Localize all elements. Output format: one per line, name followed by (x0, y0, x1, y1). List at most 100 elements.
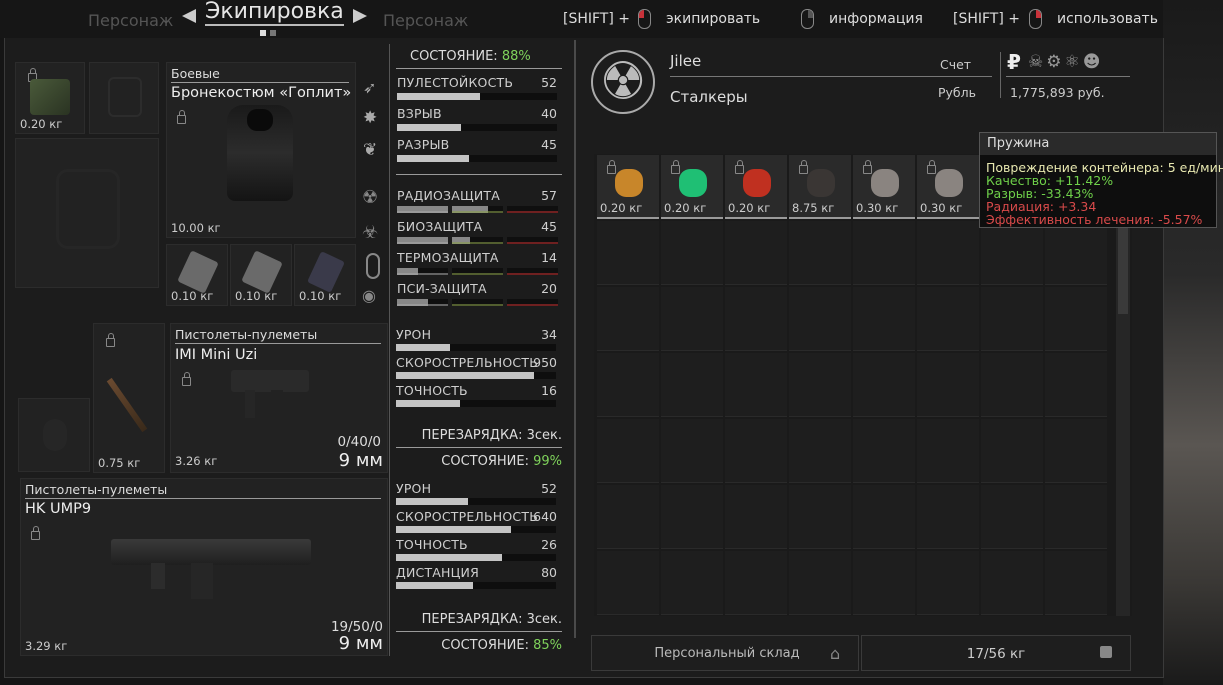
stat-value: 16 (541, 383, 557, 398)
grid-cell[interactable] (917, 485, 979, 549)
helmet-slot[interactable]: 0.20 кг (15, 62, 85, 134)
grid-cell[interactable] (789, 551, 851, 615)
weapon-ammo: 0/40/0 (337, 434, 381, 450)
artifact-slot-3[interactable]: 0.10 кг (294, 244, 356, 306)
tab-prev[interactable]: Персонаж (88, 11, 173, 30)
grid-cell[interactable] (917, 353, 979, 417)
armor-condition: СОСТОЯНИЕ: 88% (410, 49, 531, 64)
grid-cell[interactable] (725, 551, 787, 615)
grid-cell[interactable] (853, 551, 915, 615)
grid-cell[interactable] (597, 287, 659, 351)
inventory-item[interactable]: 0.20 кг (661, 155, 723, 219)
grid-cell[interactable] (1045, 485, 1107, 549)
grid-cell[interactable] (597, 419, 659, 483)
grid-cell[interactable] (661, 221, 723, 285)
grid-cell[interactable] (981, 419, 1043, 483)
stash-button[interactable]: Персональный склад ⌂ (591, 635, 859, 671)
grid-cell[interactable] (661, 551, 723, 615)
grid-cell[interactable] (725, 485, 787, 549)
divider (396, 68, 562, 69)
stat-value: 26 (541, 537, 557, 552)
grid-cell[interactable] (789, 353, 851, 417)
grid-cell[interactable] (981, 485, 1043, 549)
grid-cell[interactable] (661, 485, 723, 549)
stat-segment (452, 206, 503, 213)
item-weight: 0.20 кг (664, 201, 707, 215)
stat-value: 14 (541, 250, 557, 265)
arrow-right-icon[interactable] (353, 9, 367, 23)
stat-value: 52 (541, 481, 557, 496)
grid-cell[interactable] (1045, 221, 1107, 285)
stat-bar-fill (397, 93, 481, 100)
secondary-weapon-slot[interactable]: Пистолеты-пулеметы HK UMP9 19/50/0 3.29 … (20, 478, 388, 656)
grid-cell[interactable] (853, 353, 915, 417)
grid-cell[interactable] (1045, 353, 1107, 417)
inventory-item[interactable]: 0.30 кг (917, 155, 979, 219)
grid-cell[interactable] (917, 287, 979, 351)
grid-cell[interactable] (1045, 287, 1107, 351)
grid-cell[interactable] (725, 419, 787, 483)
grid-cell[interactable] (981, 353, 1043, 417)
stat-bar-fill (397, 155, 469, 162)
weapon2-reload: ПЕРЕЗАРЯДКА: 3сек. (421, 612, 562, 627)
grid-cell[interactable] (661, 419, 723, 483)
player-faction: Сталкеры (670, 88, 748, 106)
grid-cell[interactable] (789, 221, 851, 285)
grid-cell[interactable] (917, 419, 979, 483)
artifact-slot-2[interactable]: 0.10 кг (230, 244, 292, 306)
weapon-name: HK UMP9 (25, 501, 92, 517)
grid-cell[interactable] (981, 221, 1043, 285)
stat-bar-fill (397, 124, 461, 131)
stat-segment-mark (452, 242, 503, 244)
scrollbar-thumb[interactable] (1118, 214, 1128, 314)
inventory-item[interactable]: 0.20 кг (597, 155, 659, 219)
inventory-item[interactable]: 0.20 кг (725, 155, 787, 219)
grid-cell[interactable] (917, 221, 979, 285)
backpack-top-slot[interactable] (89, 62, 159, 134)
grid-cell[interactable] (981, 287, 1043, 351)
grid-cell[interactable] (725, 353, 787, 417)
tab-next[interactable]: Персонаж (383, 11, 468, 30)
grid-cell[interactable] (789, 287, 851, 351)
grid-cell[interactable] (597, 353, 659, 417)
lock-icon (31, 526, 40, 540)
grid-cell[interactable] (661, 353, 723, 417)
grid-cell[interactable] (597, 485, 659, 549)
stat-segment-mark (507, 242, 558, 244)
grid-cell[interactable] (853, 419, 915, 483)
inventory-item[interactable]: 8.75 кг (789, 155, 851, 219)
background-scene (1163, 0, 1223, 685)
arrow-left-icon[interactable] (182, 9, 196, 23)
artifact-slot-1[interactable]: 0.10 кг (166, 244, 228, 306)
inventory-item[interactable]: 0.30 кг (853, 155, 915, 219)
weapon-category: Пистолеты-пулеметы (175, 327, 318, 342)
tab-active[interactable]: Экипировка (205, 0, 344, 26)
grid-cell[interactable] (853, 287, 915, 351)
item-tooltip: Пружина Повреждение контейнера: 5 ед/мин… (979, 132, 1223, 228)
condition-label: СОСТОЯНИЕ: (441, 638, 529, 653)
stat-segment (452, 299, 503, 306)
grid-cell[interactable] (917, 551, 979, 615)
stat-bar-fill (396, 344, 451, 351)
grid-cell[interactable] (1045, 551, 1107, 615)
grid-cell[interactable] (853, 485, 915, 549)
grid-cell[interactable] (725, 221, 787, 285)
grid-cell[interactable] (1045, 419, 1107, 483)
detector-icon (241, 250, 283, 294)
grid-cell[interactable] (981, 551, 1043, 615)
grid-cell[interactable] (597, 551, 659, 615)
grid-cell[interactable] (789, 485, 851, 549)
grid-cell[interactable] (597, 221, 659, 285)
grid-cell[interactable] (789, 419, 851, 483)
melee-slot[interactable]: 0.75 кг (93, 323, 165, 473)
armor-slot[interactable]: Боевые Бронекостюм «Гоплит» 10.00 кг (166, 62, 356, 238)
backpack-slot[interactable] (15, 138, 159, 288)
grid-cell[interactable] (853, 221, 915, 285)
divider (25, 498, 381, 499)
grenade-slot[interactable] (18, 398, 90, 472)
smg-icon (231, 370, 309, 436)
primary-weapon-slot[interactable]: Пистолеты-пулеметы IMI Mini Uzi 0/40/0 3… (170, 323, 388, 473)
grid-cell[interactable] (725, 287, 787, 351)
stat-segment-mark (397, 273, 448, 275)
grid-cell[interactable] (661, 287, 723, 351)
